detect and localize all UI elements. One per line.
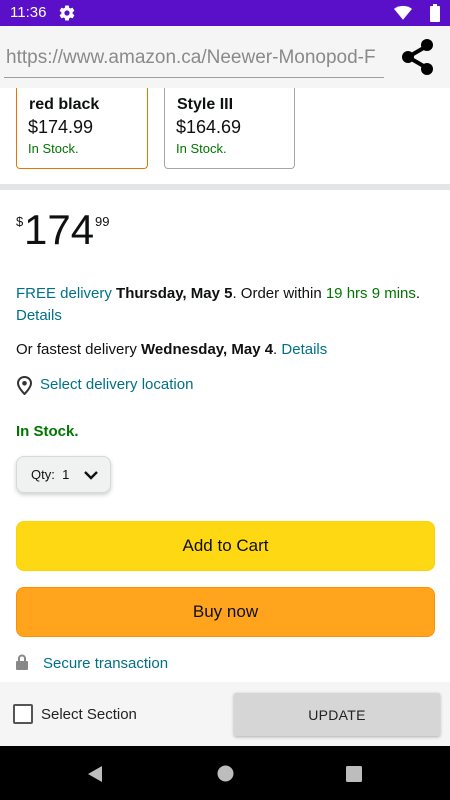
buy-now-button[interactable]: Buy now <box>16 587 435 637</box>
order-within-text: . Order within <box>232 285 326 302</box>
delivery-date: Thursday, May 5 <box>116 285 233 302</box>
variant-card-red-black[interactable]: red black $174.99 In Stock. <box>16 88 148 169</box>
delivery-countdown: 19 hrs 9 mins <box>325 285 416 302</box>
quantity-label-text: Qty: <box>31 467 55 482</box>
fastest-details-link[interactable]: Details <box>281 341 327 358</box>
delivery-suffix: . <box>415 285 421 302</box>
nav-back-icon[interactable] <box>86 765 104 783</box>
price-whole: 174 <box>24 206 95 253</box>
fastest-prefix: Or fastest delivery <box>16 341 142 358</box>
chevron-down-icon <box>84 471 98 480</box>
section-divider <box>0 184 450 190</box>
add-to-cart-button[interactable]: Add to Cart <box>16 521 435 571</box>
secure-transaction-link[interactable]: Secure transaction <box>43 655 168 672</box>
variant-stock: In Stock. <box>28 141 79 156</box>
variant-name: Style III <box>177 96 234 113</box>
delivery-details-link[interactable]: Details <box>16 307 62 324</box>
quantity-dropdown[interactable]: Qty: 1 <box>16 456 111 493</box>
variant-card-style-iii[interactable]: Style III $164.69 In Stock. <box>164 88 295 169</box>
nav-home-icon[interactable] <box>217 765 234 782</box>
variant-price: $174.99 <box>28 117 94 137</box>
fastest-date: Wednesday, May 4 <box>141 341 274 358</box>
select-delivery-location-link[interactable]: Select delivery location <box>40 376 193 393</box>
fastest-delivery-info: Or fastest delivery Wednesday, May 4. De… <box>16 340 436 360</box>
variant-name: red black <box>29 96 100 113</box>
quantity-value: 1 <box>62 467 70 482</box>
nav-recents-icon[interactable] <box>346 766 362 782</box>
wifi-icon <box>394 5 412 20</box>
share-icon[interactable] <box>396 35 440 79</box>
price-currency-symbol: $ <box>16 214 24 229</box>
update-button[interactable]: UPDATE <box>234 693 440 736</box>
status-time: 11:36 <box>10 4 47 21</box>
lock-icon <box>16 654 28 670</box>
variant-price: $164.69 <box>176 117 242 137</box>
select-section-label: Select Section <box>41 706 137 723</box>
select-section-checkbox[interactable] <box>13 704 33 724</box>
settings-gear-icon <box>59 5 75 21</box>
quantity-label: Qty: 1 <box>31 467 69 482</box>
stock-status: In Stock. <box>16 423 79 440</box>
url-underline <box>4 77 384 78</box>
variant-stock: In Stock. <box>176 141 227 156</box>
location-pin-icon <box>16 376 33 395</box>
url-field[interactable]: https://www.amazon.ca/Neewer-Monopod-F <box>6 47 384 69</box>
price-fraction: 99 <box>95 214 110 229</box>
delivery-info: FREE delivery Thursday, May 5. Order wit… <box>16 283 436 327</box>
battery-icon <box>430 4 440 22</box>
free-delivery-link[interactable]: FREE delivery <box>16 285 112 302</box>
